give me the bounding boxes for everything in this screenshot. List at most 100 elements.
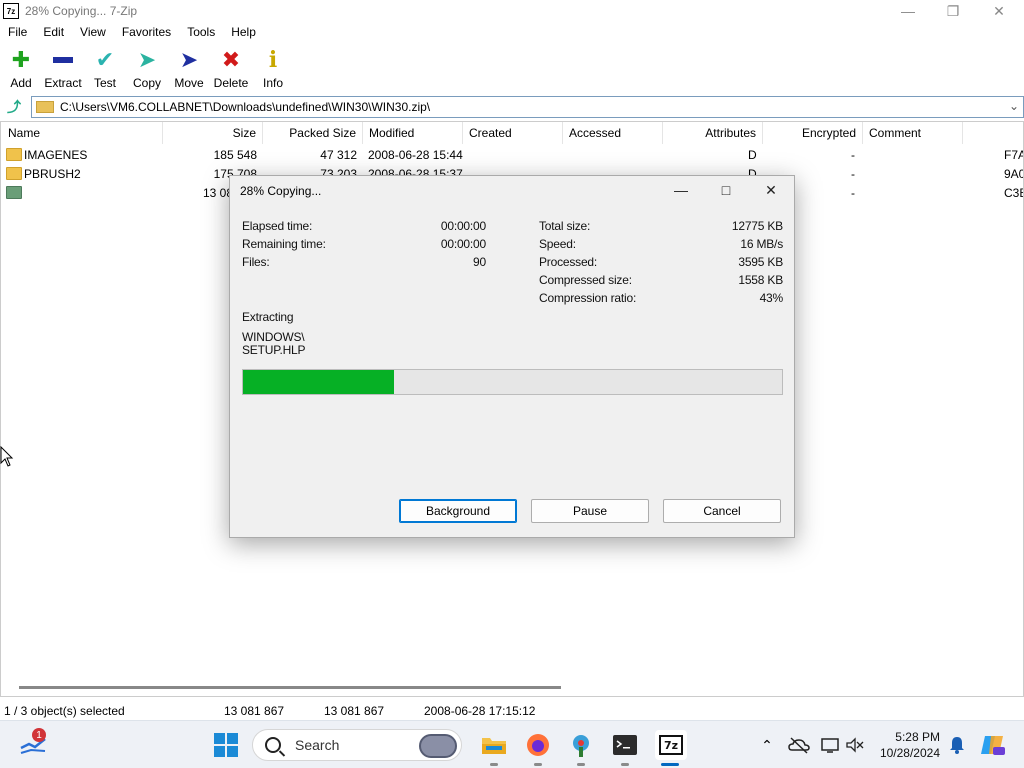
clock-date: 10/28/2024 [879, 746, 940, 760]
info-label: Info [262, 76, 283, 90]
close-button[interactable]: ✕ [976, 0, 1022, 22]
menu-view[interactable]: View [72, 25, 114, 39]
dialog-maximize-button[interactable]: □ [711, 180, 741, 200]
active-indicator [661, 763, 679, 766]
minimize-button[interactable]: — [885, 0, 931, 22]
extract-button[interactable]: Extract [42, 43, 84, 93]
files-label: Files: [242, 255, 270, 269]
windows-logo-icon [214, 733, 238, 757]
minus-icon [51, 48, 75, 72]
volume-button[interactable] [840, 730, 870, 760]
compression-ratio-label: Compression ratio: [539, 291, 637, 305]
row-crc: C3E [1004, 186, 1023, 200]
col-size[interactable]: Size [163, 122, 263, 144]
status-packed: 13 081 867 [324, 704, 385, 718]
network-app-icon [573, 735, 589, 757]
7zip-taskbar-button[interactable]: 7z [655, 730, 687, 760]
move-button[interactable]: ➤ Move [168, 43, 210, 93]
running-indicator [490, 763, 498, 766]
taskbar-search-box[interactable]: Search [252, 729, 462, 761]
7zip-icon: 7z [659, 735, 683, 755]
terminal-icon [613, 735, 637, 755]
file-explorer-button[interactable] [479, 730, 509, 760]
row-encrypted: - [851, 148, 855, 162]
compressed-size-value: 1558 KB [738, 273, 783, 287]
move-label: Move [174, 76, 204, 90]
restore-button[interactable]: ❐ [930, 0, 976, 22]
copy-button[interactable]: ➤ Copy [126, 43, 168, 93]
row-packed: 47 312 [320, 148, 357, 162]
processed-label: Processed: [539, 255, 598, 269]
col-packed-size[interactable]: Packed Size [263, 122, 363, 144]
background-button[interactable]: Background [399, 499, 517, 523]
status-modified: 2008-06-28 17:15:12 [424, 704, 536, 718]
compressed-size-label: Compressed size: [539, 273, 632, 287]
dialog-minimize-button[interactable]: — [666, 180, 696, 200]
onedrive-button[interactable] [784, 730, 814, 760]
col-created[interactable]: Created [463, 122, 563, 144]
status-size: 13 081 867 [224, 704, 285, 718]
notifications-button[interactable] [942, 730, 972, 760]
test-button[interactable]: ✔ Test [84, 43, 126, 93]
col-accessed[interactable]: Accessed [563, 122, 663, 144]
compression-ratio-value: 43% [759, 291, 784, 305]
volume-muted-icon [846, 737, 864, 753]
remaining-time-label: Remaining time: [242, 237, 326, 251]
menu-help[interactable]: Help [223, 25, 264, 39]
copilot-button[interactable] [978, 730, 1008, 760]
row-encrypted: - [851, 186, 855, 200]
delete-button[interactable]: ✖ Delete [210, 43, 252, 93]
chevron-down-icon[interactable]: ⌄ [1009, 99, 1019, 113]
row-size: 185 548 [213, 148, 257, 162]
copy-label: Copy [132, 76, 161, 90]
cancel-button[interactable]: Cancel [663, 499, 781, 523]
row-attributes: D [748, 148, 757, 162]
menu-tools[interactable]: Tools [179, 25, 223, 39]
menu-favorites[interactable]: Favorites [114, 25, 179, 39]
row-encrypted: - [851, 167, 855, 181]
info-button[interactable]: i Info [252, 43, 294, 93]
row-name: IMAGENES [24, 148, 88, 162]
menu-edit[interactable]: Edit [35, 25, 72, 39]
firefox-button[interactable] [523, 730, 553, 760]
search-icon [265, 737, 281, 753]
network-app-button[interactable] [566, 730, 596, 760]
window-title: 28% Copying... 7-Zip [25, 4, 138, 18]
path-input[interactable]: C:\Users\VM6.COLLABNET\Downloads\undefin… [31, 96, 1024, 118]
progress-bar [242, 369, 783, 395]
up-folder-button[interactable]: ⤴ [3, 96, 25, 118]
widgets-button[interactable]: 1 [18, 728, 48, 760]
menu-bar: File Edit View Favorites Tools Help [0, 22, 1024, 42]
toolbar: ✚ Add Extract ✔ Test ➤ Copy ➤ Move ✖ Del… [0, 43, 1024, 93]
current-file-name: SETUP.HLP [242, 343, 306, 357]
col-name[interactable]: Name [1, 122, 163, 144]
system-clock[interactable]: 5:28 PM 10/28/2024 [880, 729, 940, 761]
col-encrypted[interactable]: Encrypted [763, 122, 863, 144]
col-attributes[interactable]: Attributes [663, 122, 763, 144]
col-modified[interactable]: Modified [363, 122, 463, 144]
terminal-button[interactable] [610, 730, 640, 760]
onedrive-offline-icon [788, 737, 810, 754]
current-path-line1: WINDOWS\ [242, 330, 305, 344]
speed-label: Speed: [539, 237, 576, 251]
add-label: Add [10, 76, 32, 90]
row-crc: 9A0 [1004, 167, 1024, 181]
start-button[interactable] [211, 730, 241, 760]
add-button[interactable]: ✚ Add [0, 43, 42, 93]
dialog-title: 28% Copying... [240, 184, 322, 198]
speed-value: 16 MB/s [740, 237, 783, 251]
dialog-close-button[interactable]: ✕ [756, 180, 786, 200]
folder-icon [6, 186, 22, 199]
address-bar: ⤴ C:\Users\VM6.COLLABNET\Downloads\undef… [0, 95, 1024, 119]
pause-button[interactable]: Pause [531, 499, 649, 523]
col-comment[interactable]: Comment [863, 122, 963, 144]
folder-icon [6, 167, 22, 180]
show-hidden-icons-button[interactable]: ⌃ [752, 730, 782, 760]
folder-icon [6, 148, 22, 161]
7zip-app-icon: 7z [3, 3, 19, 19]
menu-file[interactable]: File [0, 25, 35, 39]
row-modified: 2008-06-28 15:44 [368, 148, 463, 162]
table-row[interactable]: IMAGENES 185 548 47 312 2008-06-28 15:44… [1, 146, 1023, 164]
horizontal-scrollbar[interactable] [19, 686, 561, 689]
copy-progress-dialog: 28% Copying... — □ ✕ Elapsed time: 00:00… [229, 175, 795, 538]
